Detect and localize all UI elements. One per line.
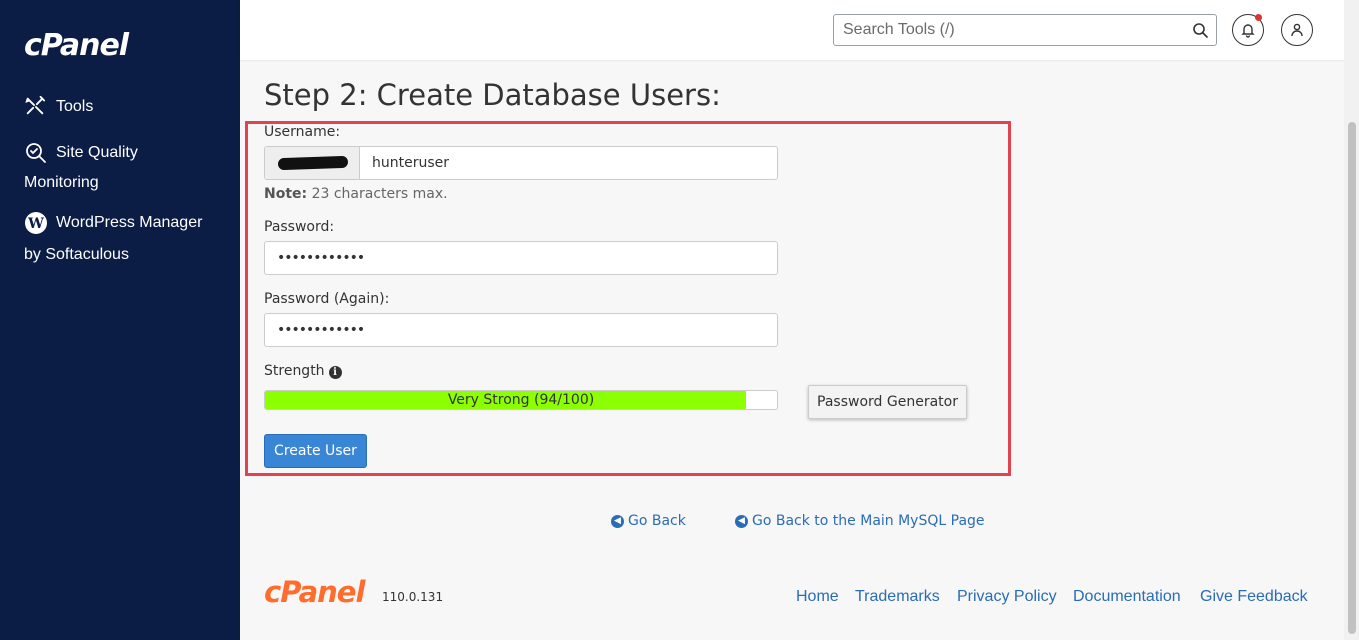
search-box — [833, 14, 1217, 46]
sidebar-item-label: Site Quality — [56, 144, 138, 161]
footer-link-documentation[interactable]: Documentation — [1073, 588, 1181, 606]
password-input[interactable] — [277, 242, 772, 274]
username-prefix — [265, 147, 360, 179]
top-header — [240, 0, 1344, 60]
password-field — [264, 241, 778, 275]
cpanel-logo[interactable]: cPanel — [24, 28, 129, 63]
go-back-main-label: Go Back to the Main MySQL Page — [752, 513, 985, 529]
wordpress-icon: W — [24, 211, 48, 235]
username-input[interactable] — [372, 147, 772, 179]
info-icon[interactable]: i — [328, 366, 342, 379]
version-number: 110.0.131 — [382, 590, 444, 604]
username-label: Username: — [264, 124, 341, 140]
username-field — [264, 146, 778, 180]
site-quality-icon — [24, 141, 48, 165]
go-back-link[interactable]: ◀ Go Back — [611, 513, 686, 529]
password-label: Password: — [264, 219, 335, 235]
strength-meter-text: Very Strong (94/100) — [447, 392, 595, 408]
scrollbar-thumb[interactable] — [1348, 122, 1356, 634]
strength-label: Strength — [264, 363, 325, 379]
password-generator-button[interactable]: Password Generator — [808, 385, 967, 419]
footer-cpanel-logo[interactable]: cPanel — [264, 575, 365, 609]
sidebar-item-label: WordPress Manager — [56, 214, 203, 231]
arrow-left-circle-icon: ◀ — [611, 514, 624, 528]
search-input[interactable] — [834, 15, 1174, 45]
sidebar-item-tools[interactable]: Tools — [24, 92, 93, 122]
create-user-button[interactable]: Create User — [264, 434, 367, 468]
user-icon — [1291, 23, 1303, 37]
sidebar-item-label-line2: Monitoring — [24, 174, 99, 191]
footer-link-privacy-policy[interactable]: Privacy Policy — [957, 588, 1057, 606]
sidebar: cPanel Tools Site Quality Monitoring W W… — [0, 0, 240, 640]
footer-link-give-feedback[interactable]: Give Feedback — [1200, 588, 1308, 606]
sidebar-item-label: Tools — [56, 98, 94, 115]
bell-icon — [1241, 24, 1255, 38]
arrow-left-circle-icon: ◀ — [735, 514, 748, 528]
page-title: Step 2: Create Database Users: — [264, 78, 721, 112]
sidebar-item-label-line2: by Softaculous — [24, 246, 129, 263]
footer-link-home[interactable]: Home — [796, 588, 839, 606]
scrollbar[interactable] — [1344, 0, 1359, 640]
note-text: 23 characters max. — [307, 186, 448, 202]
username-note: Note: 23 characters max. — [264, 186, 448, 202]
sidebar-item-wordpress-manager[interactable]: W WordPress Manager by Softaculous — [24, 208, 224, 270]
note-bold: Note: — [264, 186, 308, 202]
go-back-label: Go Back — [628, 513, 686, 529]
password-again-field — [264, 313, 778, 347]
strength-label-wrap: Strength i — [264, 363, 342, 379]
svg-text:W: W — [27, 216, 44, 232]
redacted-prefix — [277, 155, 349, 171]
password-again-label: Password (Again): — [264, 291, 390, 307]
tools-icon — [24, 95, 48, 119]
user-menu-button[interactable] — [1281, 14, 1313, 46]
password-again-input[interactable] — [277, 314, 772, 346]
notification-dot — [1255, 14, 1262, 21]
strength-meter: Very Strong (94/100) — [264, 390, 778, 410]
notifications-button[interactable] — [1232, 14, 1264, 46]
search-icon[interactable] — [1192, 22, 1208, 38]
go-back-main-mysql-link[interactable]: ◀ Go Back to the Main MySQL Page — [735, 513, 985, 529]
sidebar-item-site-quality[interactable]: Site Quality Monitoring — [24, 138, 224, 198]
footer-link-trademarks[interactable]: Trademarks — [855, 588, 940, 606]
